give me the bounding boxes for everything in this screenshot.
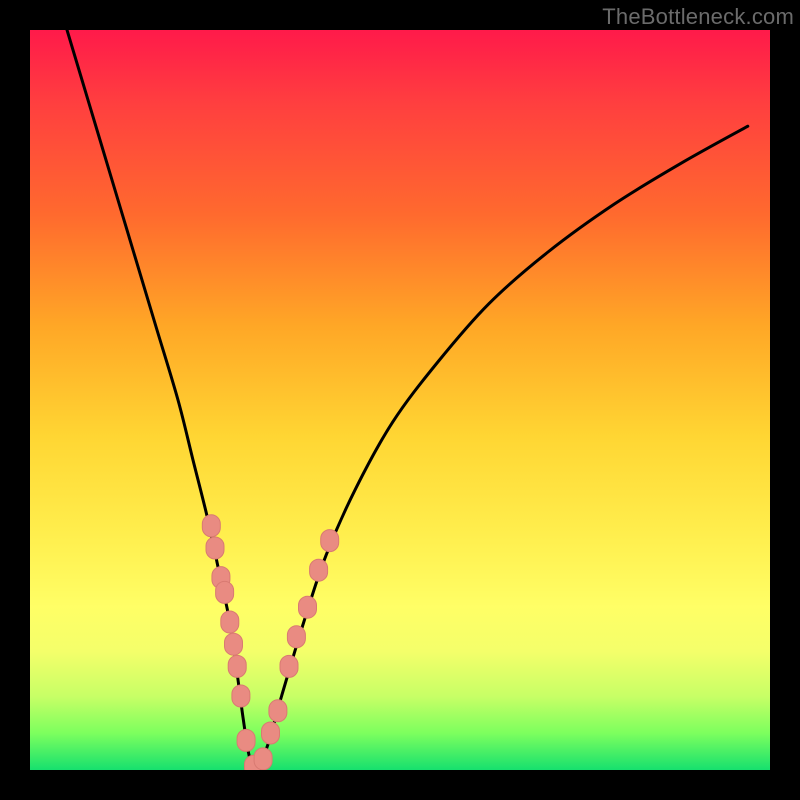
marker-point [225, 633, 243, 655]
marker-point [287, 626, 305, 648]
marker-point [206, 537, 224, 559]
marker-point [299, 596, 317, 618]
plot-area [30, 30, 770, 770]
outer-frame: TheBottleneck.com [0, 0, 800, 800]
marker-point [310, 559, 328, 581]
marker-point [228, 655, 246, 677]
marker-point [269, 700, 287, 722]
bottleneck-curve [67, 30, 748, 770]
marker-point [216, 581, 234, 603]
marker-point [262, 722, 280, 744]
marker-point [321, 530, 339, 552]
marker-point [202, 515, 220, 537]
marker-point [280, 655, 298, 677]
marker-point [237, 729, 255, 751]
marker-point [254, 748, 272, 770]
watermark-text: TheBottleneck.com [602, 4, 794, 30]
marker-group [202, 515, 338, 770]
marker-point [221, 611, 239, 633]
curve-svg [30, 30, 770, 770]
marker-point [232, 685, 250, 707]
